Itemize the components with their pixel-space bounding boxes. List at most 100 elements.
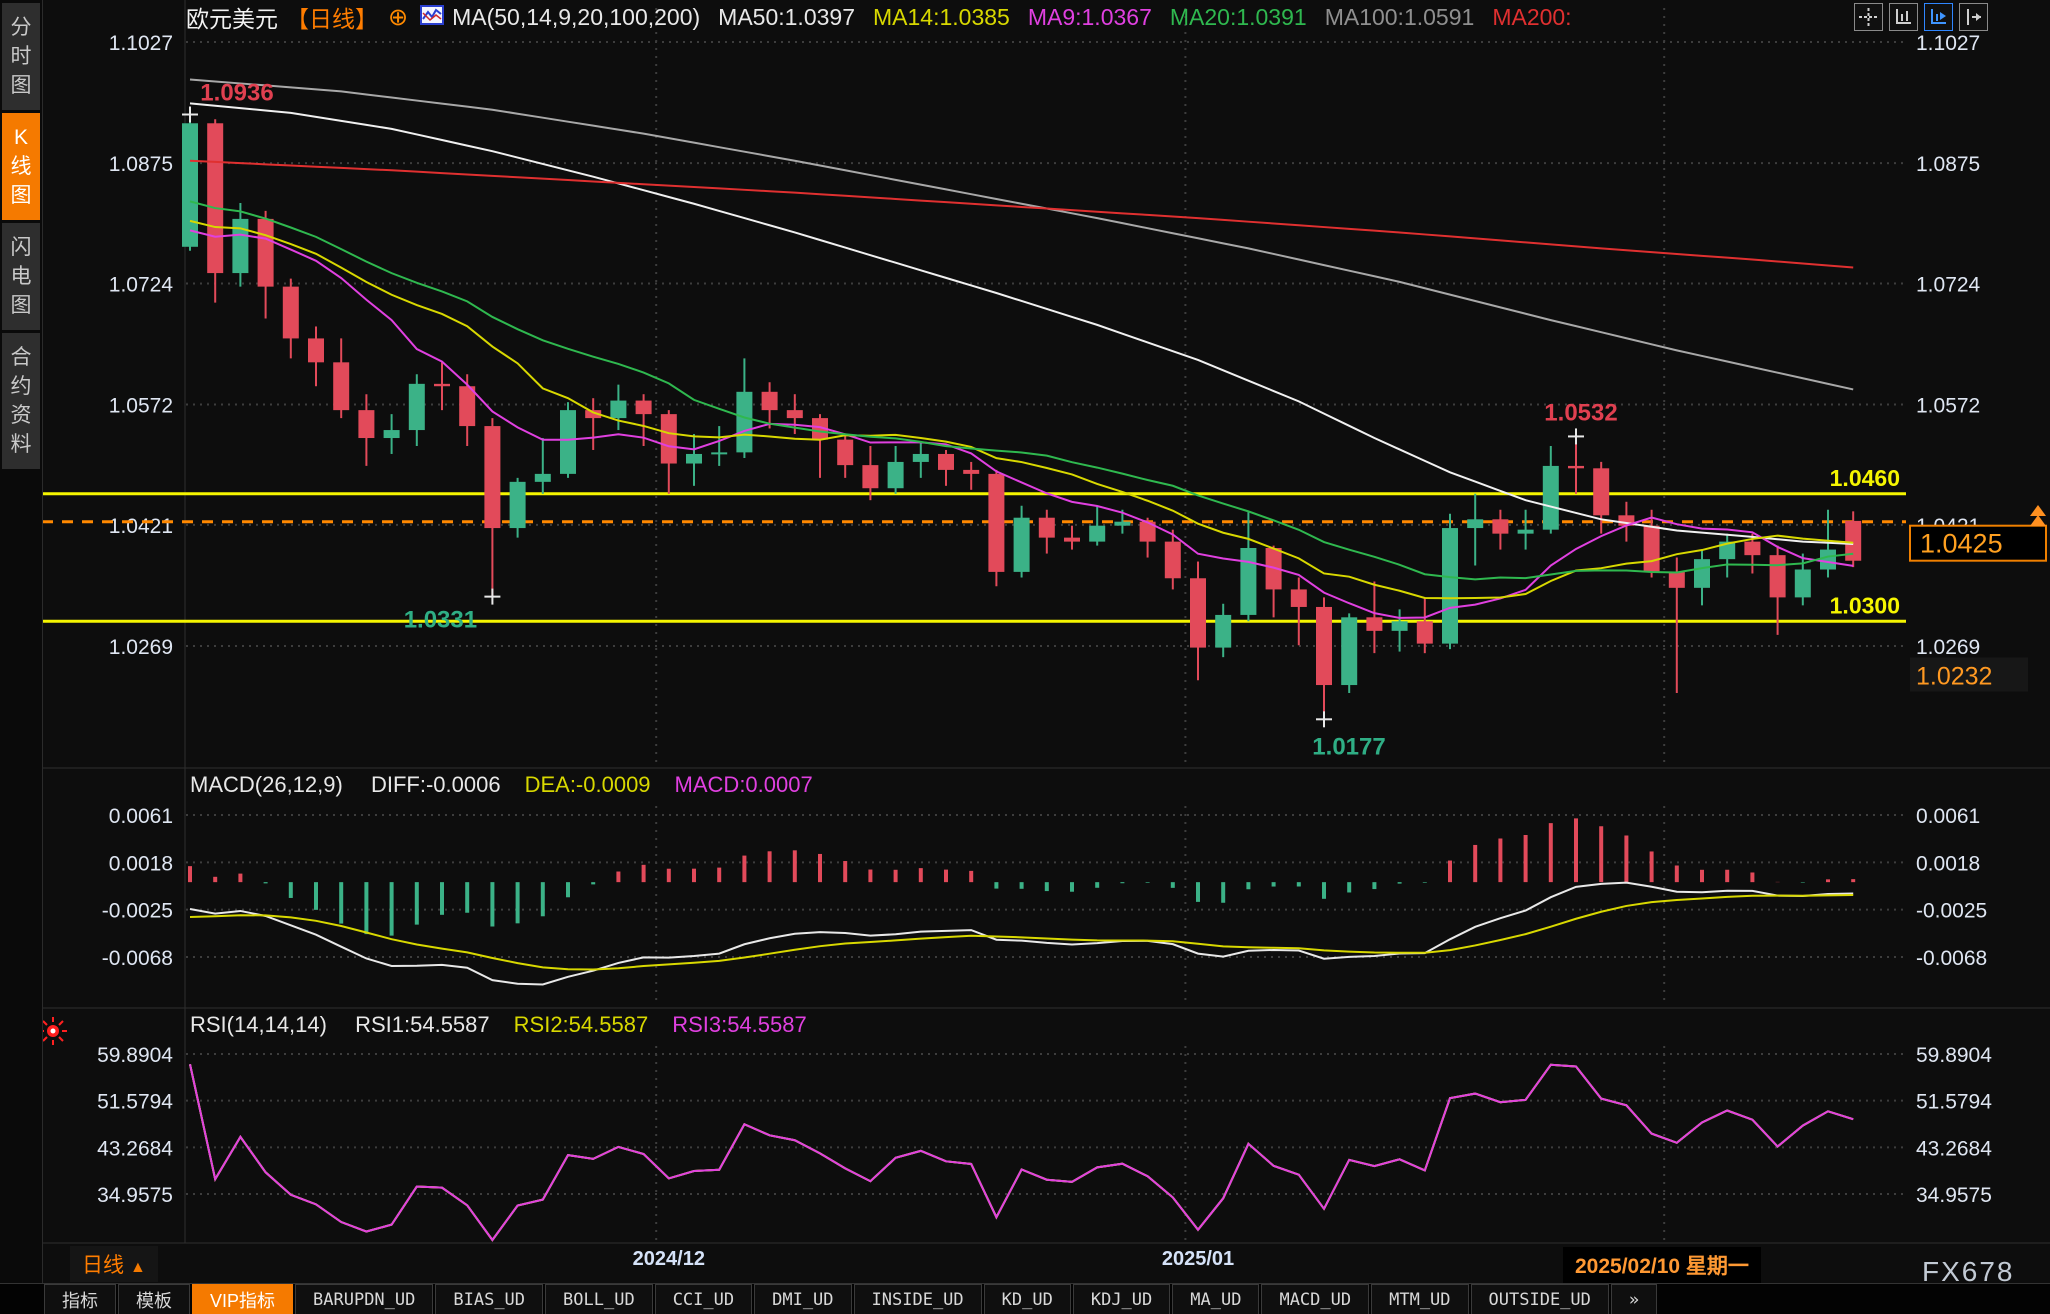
- rsi2-line: [190, 1064, 1853, 1240]
- last-date-label: 2025/02/10 星期一: [1563, 1247, 1761, 1283]
- candlestick: [1467, 494, 1483, 566]
- tab-cci-ud[interactable]: CCI_UD: [655, 1284, 752, 1314]
- axis-tick: -0.0025: [102, 900, 173, 923]
- price-up-arrow-icon: [2030, 515, 2046, 526]
- axis-tick: 1.1027: [1916, 32, 1980, 55]
- ma200-line: [190, 161, 1853, 268]
- tab-ma-ud[interactable]: MA_UD: [1172, 1284, 1259, 1314]
- sidebar-item-2[interactable]: 闪 电 图: [2, 223, 40, 330]
- axis-tick: 1.1027: [109, 32, 173, 55]
- tab--[interactable]: »: [1611, 1284, 1657, 1314]
- axis-tick: -0.0068: [102, 947, 173, 970]
- chart-canvas: 1.10271.08751.07241.05721.04211.02691.10…: [0, 0, 2050, 1314]
- axis-tick: 34.9575: [1916, 1184, 1992, 1207]
- chart-toolbar: [1854, 3, 1988, 31]
- rsi1-line: [190, 1064, 1853, 1240]
- candlestick: [409, 374, 425, 446]
- period-arrow-icon: ▲: [130, 1259, 146, 1276]
- axis-tick: 1.0300: [1830, 592, 1900, 618]
- axis-tick: 1.0232: [1916, 662, 1992, 690]
- candlestick: [207, 119, 223, 302]
- candlestick: [1417, 597, 1433, 653]
- target-plus-icon[interactable]: ⊕: [388, 3, 408, 32]
- extreme-price-label: 1.0331: [404, 607, 477, 634]
- tab-kd-ud[interactable]: KD_UD: [984, 1284, 1071, 1314]
- macd-title: MACD(26,12,9): [190, 772, 343, 797]
- ma-value-chip: MA100:1.0591: [1325, 4, 1475, 30]
- tab-outside-ud[interactable]: OUTSIDE_UD: [1471, 1284, 1609, 1314]
- candlestick: [1316, 597, 1332, 719]
- mini-chart-icon[interactable]: [420, 4, 444, 31]
- trading-app-window: 1.10271.08751.07241.05721.04211.02691.10…: [0, 0, 2050, 1314]
- tab-inside-ud[interactable]: INSIDE_UD: [854, 1284, 982, 1314]
- extreme-price-label: 1.0936: [200, 80, 273, 107]
- candlestick: [736, 358, 752, 458]
- sidebar-item-3[interactable]: 合 约 资 料: [2, 333, 40, 469]
- symbol-name: 欧元美元: [186, 0, 278, 34]
- candlestick: [1845, 511, 1861, 567]
- candlestick: [711, 426, 727, 466]
- candlestick: [1089, 506, 1105, 546]
- tab-模板[interactable]: 模板: [118, 1284, 190, 1314]
- candlestick: [283, 279, 299, 359]
- collapse-panel-icon[interactable]: [1959, 3, 1988, 31]
- tab-vip指标[interactable]: VIP指标: [192, 1284, 293, 1314]
- axis-chart-icon[interactable]: [1889, 3, 1918, 31]
- tab-bias-ud[interactable]: BIAS_UD: [435, 1284, 543, 1314]
- candlestick: [812, 414, 828, 478]
- candlestick: [232, 203, 248, 287]
- candlestick: [837, 434, 853, 478]
- sidebar-item-1[interactable]: K 线 图: [2, 113, 40, 220]
- candlestick: [1240, 512, 1256, 621]
- extreme-price-label: 1.0177: [1312, 733, 1385, 760]
- price-up-arrow-icon: [2030, 505, 2046, 516]
- ma-settings-label: MA(50,14,9,20,100,200): [452, 4, 700, 31]
- candlestick: [333, 338, 349, 418]
- chart-header: 欧元美元 【日线】 ⊕ MA(50,14,9,20,100,200) MA50:…: [186, 2, 1572, 32]
- crosshair-tool-icon[interactable]: [1854, 3, 1883, 31]
- candlestick: [1669, 558, 1685, 693]
- sidebar-item-0[interactable]: 分 时 图: [2, 3, 40, 110]
- ma-value-chip: MA9:1.0367: [1028, 4, 1152, 30]
- axis-tick: 59.8904: [97, 1044, 173, 1067]
- tab-boll-ud[interactable]: BOLL_UD: [545, 1284, 653, 1314]
- candlestick: [610, 385, 626, 430]
- tab-barupdn-ud[interactable]: BARUPDN_UD: [295, 1284, 433, 1314]
- rsi-legend: RSI(14,14,14) RSI1:54.5587RSI2:54.5587RS…: [190, 1012, 853, 1038]
- indicator-value-chip: RSI2:54.5587: [514, 1012, 649, 1037]
- candlestick: [1341, 613, 1357, 693]
- tab-mtm-ud[interactable]: MTM_UD: [1371, 1284, 1468, 1314]
- candlestick: [938, 450, 954, 486]
- period-selector[interactable]: 日线 ▲: [70, 1246, 158, 1282]
- tab-指标[interactable]: 指标: [44, 1284, 116, 1314]
- axis-chart-play-icon[interactable]: [1924, 3, 1953, 31]
- candlestick: [182, 115, 198, 251]
- candlestick: [1266, 546, 1282, 618]
- indicator-value-chip: RSI1:54.5587: [355, 1012, 490, 1037]
- axis-tick: 1.0421: [109, 515, 173, 538]
- axis-tick: 34.9575: [97, 1184, 173, 1207]
- tab-dmi-ud[interactable]: DMI_UD: [754, 1284, 851, 1314]
- rsi3-line: [190, 1064, 1853, 1240]
- candlestick: [1291, 577, 1307, 645]
- axis-tick: -0.0068: [1916, 947, 1987, 970]
- indicator-tabbar: 指标模板VIP指标BARUPDN_UDBIAS_UDBOLL_UDCCI_UDD…: [0, 1283, 2050, 1314]
- extreme-price-label: 1.0532: [1544, 399, 1617, 426]
- candlestick: [535, 438, 551, 494]
- period-label: 日线: [82, 1254, 124, 1277]
- axis-tick: 43.2684: [97, 1137, 173, 1160]
- candlestick: [963, 462, 979, 490]
- axis-tick: 1.0269: [109, 636, 173, 659]
- candlestick: [258, 211, 274, 319]
- candlestick: [1492, 510, 1508, 550]
- candlestick: [1543, 446, 1559, 534]
- candlestick: [988, 470, 1004, 586]
- tab-macd-ud[interactable]: MACD_UD: [1261, 1284, 1369, 1314]
- candlestick: [1694, 550, 1710, 606]
- tab-kdj-ud[interactable]: KDJ_UD: [1073, 1284, 1170, 1314]
- period-tag[interactable]: 【日线】: [286, 0, 378, 34]
- candlestick: [308, 326, 324, 386]
- macd-dea-line: [190, 895, 1853, 970]
- axis-tick: 1.0572: [1916, 395, 1980, 418]
- axis-tick: 0.0061: [1916, 805, 1980, 828]
